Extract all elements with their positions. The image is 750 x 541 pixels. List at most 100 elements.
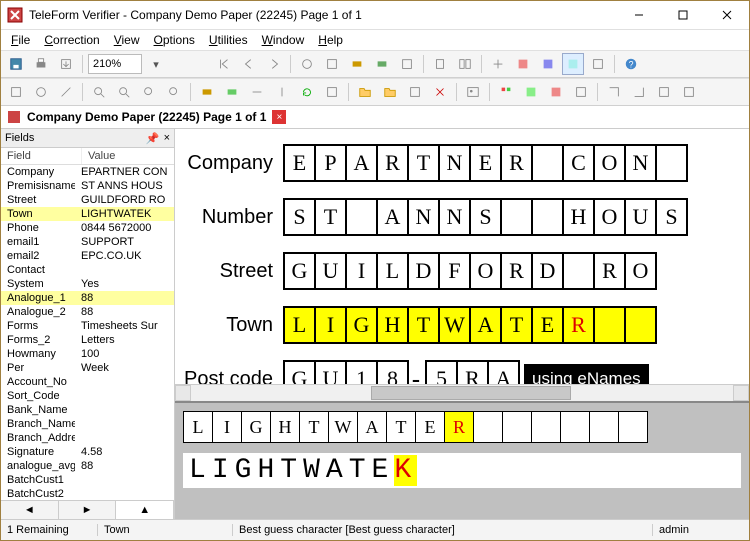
tool-c-icon[interactable] (346, 53, 368, 75)
field-row[interactable]: email1SUPPORT (1, 235, 174, 249)
preview-cell[interactable]: R (444, 411, 474, 443)
t2-m-icon[interactable] (570, 81, 592, 103)
zoom-input[interactable]: 210% (88, 54, 142, 74)
tool-f-icon[interactable] (429, 53, 451, 75)
char-cell[interactable]: A (345, 144, 378, 182)
char-cell[interactable]: F (438, 252, 471, 290)
char-cell[interactable]: A (487, 360, 520, 384)
char-cell[interactable]: N (438, 198, 471, 236)
field-row[interactable]: FormsTimesheets Sur (1, 319, 174, 333)
char-cell[interactable]: U (314, 360, 347, 384)
tool-d-icon[interactable] (371, 53, 393, 75)
preview-cell[interactable]: T (386, 411, 416, 443)
menu-utilities[interactable]: Utilities (203, 32, 254, 48)
t2-g-icon[interactable] (271, 81, 293, 103)
document-viewport[interactable]: CompanyEPARTNERCONNumberSTANNSHOUSStreet… (175, 129, 749, 384)
char-cell[interactable]: C (562, 144, 595, 182)
preview-cell[interactable] (531, 411, 561, 443)
char-cell[interactable]: T (314, 198, 347, 236)
nav-prev-icon[interactable] (238, 53, 260, 75)
t2-i-icon[interactable] (404, 81, 426, 103)
t2-h-icon[interactable] (321, 81, 343, 103)
char-cell[interactable]: E (469, 144, 502, 182)
zoom-fit-icon[interactable] (138, 81, 160, 103)
preview-cell[interactable]: A (357, 411, 387, 443)
char-cell[interactable] (624, 306, 657, 344)
minimize-button[interactable] (617, 1, 661, 29)
col-value[interactable]: Value (82, 148, 174, 164)
preview-cell[interactable] (560, 411, 590, 443)
char-cell[interactable]: N (624, 144, 657, 182)
char-cell[interactable]: I (314, 306, 347, 344)
char-cell[interactable] (562, 252, 595, 290)
menu-correction[interactable]: Correction (38, 32, 105, 48)
char-cell[interactable]: E (531, 306, 564, 344)
menu-options[interactable]: Options (148, 32, 201, 48)
tool-i-icon[interactable] (512, 53, 534, 75)
field-row[interactable]: CompanyEPARTNER CON (1, 165, 174, 179)
maximize-button[interactable] (661, 1, 705, 29)
field-row[interactable]: Sort_Code (1, 389, 174, 403)
menu-view[interactable]: View (108, 32, 146, 48)
preview-cell[interactable] (502, 411, 532, 443)
folder-open-icon[interactable] (379, 81, 401, 103)
preview-cell[interactable] (589, 411, 619, 443)
field-row[interactable]: BatchCust2 (1, 487, 174, 500)
t2-k-icon[interactable] (520, 81, 542, 103)
field-row[interactable]: PerWeek (1, 361, 174, 375)
t2-p-icon[interactable] (653, 81, 675, 103)
preview-cell[interactable]: G (241, 411, 271, 443)
preview-cell[interactable]: L (183, 411, 213, 443)
zoom-100-icon[interactable] (163, 81, 185, 103)
char-cell[interactable] (345, 198, 378, 236)
t2-n-icon[interactable] (603, 81, 625, 103)
char-cell[interactable]: 1 (345, 360, 378, 384)
char-cell[interactable]: G (345, 306, 378, 344)
char-cell[interactable]: T (407, 306, 440, 344)
preview-cell[interactable]: T (299, 411, 329, 443)
char-cell[interactable] (593, 306, 626, 344)
char-cell[interactable]: R (500, 144, 533, 182)
pin-icon[interactable]: 📌 (146, 132, 160, 145)
image-icon[interactable] (462, 81, 484, 103)
save-icon[interactable] (5, 53, 27, 75)
char-cell[interactable]: E (283, 144, 316, 182)
t2-a-icon[interactable] (5, 81, 27, 103)
field-row[interactable]: SystemYes (1, 277, 174, 291)
char-cell[interactable]: A (469, 306, 502, 344)
char-cell[interactable]: W (438, 306, 471, 344)
tool-a-icon[interactable] (296, 53, 318, 75)
export-icon[interactable] (55, 53, 77, 75)
refresh-icon[interactable] (296, 81, 318, 103)
char-cell[interactable]: N (438, 144, 471, 182)
char-cell[interactable]: R (562, 306, 595, 344)
char-cell[interactable]: R (376, 144, 409, 182)
scroll-left-button[interactable] (175, 385, 191, 401)
folder-icon[interactable] (354, 81, 376, 103)
char-cell[interactable] (500, 198, 533, 236)
tab-up[interactable]: ▲ (116, 501, 174, 519)
char-cell[interactable]: S (283, 198, 316, 236)
char-cell[interactable]: L (283, 306, 316, 344)
preview-cell[interactable]: I (212, 411, 242, 443)
char-cell[interactable]: T (500, 306, 533, 344)
zoom-dropdown-icon[interactable]: ▾ (145, 53, 167, 75)
char-cell[interactable]: D (407, 252, 440, 290)
char-cell[interactable]: O (593, 144, 626, 182)
field-row[interactable]: Phone0844 5672000 (1, 221, 174, 235)
char-cell[interactable]: T (407, 144, 440, 182)
t2-l-icon[interactable] (545, 81, 567, 103)
char-cell[interactable] (531, 144, 564, 182)
tool-e-icon[interactable] (396, 53, 418, 75)
t2-q-icon[interactable] (678, 81, 700, 103)
preview-cell[interactable]: E (415, 411, 445, 443)
close-button[interactable] (705, 1, 749, 29)
char-cell[interactable]: 5 (425, 360, 458, 384)
field-row[interactable]: StreetGUILDFORD RO (1, 193, 174, 207)
scroll-thumb[interactable] (371, 386, 571, 400)
fields-list[interactable]: CompanyEPARTNER CONPremisisnamenoST ANNS… (1, 165, 174, 500)
char-cell[interactable]: I (345, 252, 378, 290)
char-cell[interactable]: O (469, 252, 502, 290)
menu-help[interactable]: Help (312, 32, 349, 48)
char-cell[interactable]: H (376, 306, 409, 344)
